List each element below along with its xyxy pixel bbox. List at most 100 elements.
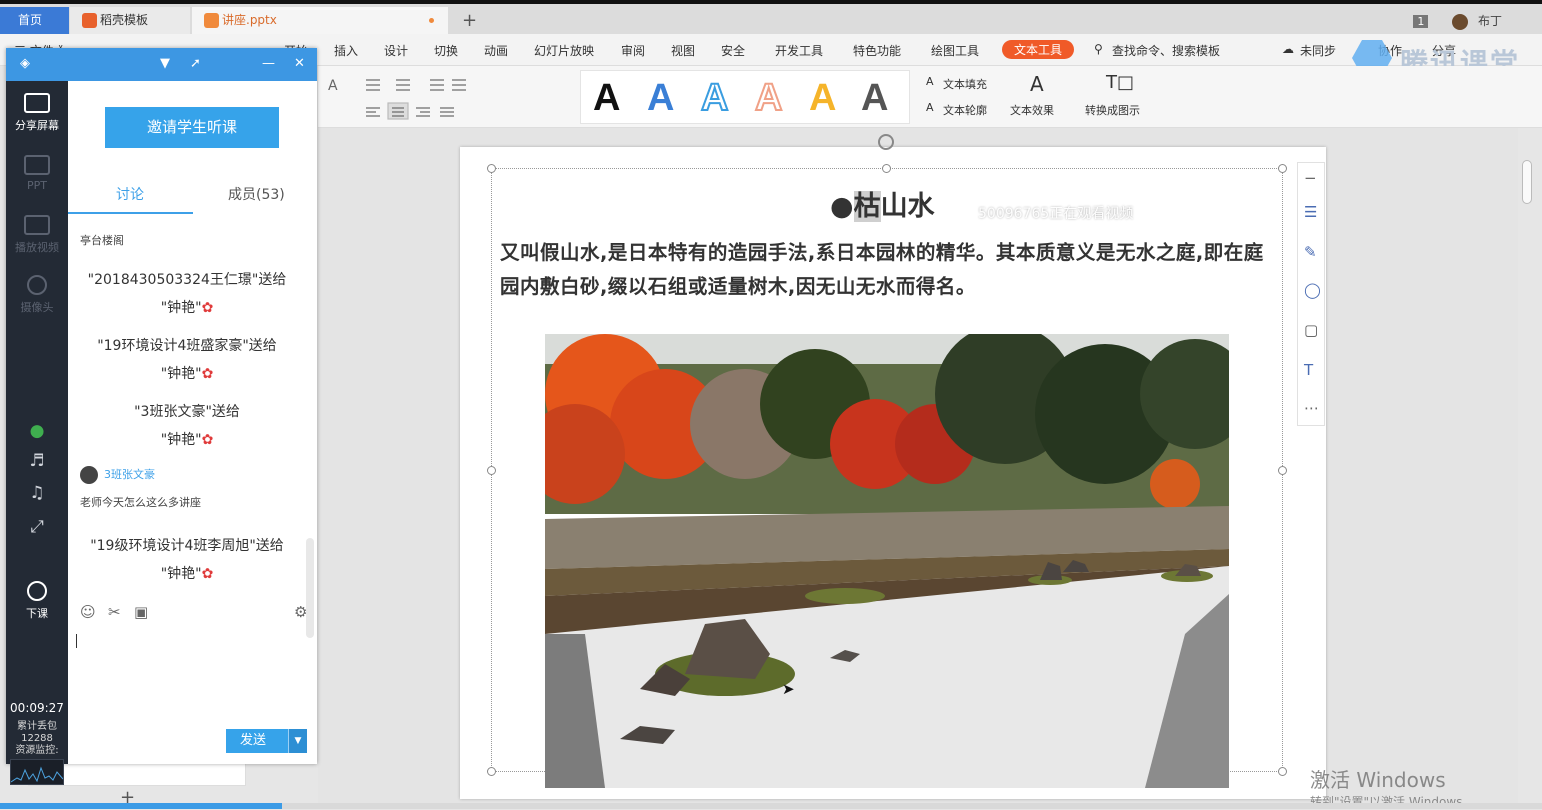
chat-toolbar: ☺ ✂ ▣ ⚙ bbox=[68, 603, 317, 627]
rose-icon: ✿ bbox=[201, 566, 214, 582]
menu-text-tools[interactable]: 文本工具 bbox=[1002, 40, 1075, 59]
convert-diagram-icon[interactable]: T□ bbox=[1106, 72, 1134, 93]
gift-message-line: "钟艳"✿ bbox=[68, 360, 306, 389]
slide-title[interactable]: ●枯山水 bbox=[830, 184, 935, 223]
sync-status[interactable]: 未同步 bbox=[1300, 42, 1336, 59]
resize-handle[interactable] bbox=[1278, 164, 1287, 173]
fullscreen-icon[interactable]: ⤢ bbox=[6, 517, 68, 537]
packet-loss-label: 累计丢包 bbox=[17, 721, 57, 732]
send-button[interactable]: 发送 bbox=[226, 729, 288, 753]
rotate-handle-icon[interactable] bbox=[878, 134, 894, 150]
nav-video-label: 播放视频 bbox=[15, 241, 59, 254]
wordart-style-black[interactable]: A bbox=[593, 77, 620, 120]
cloud-sync-icon[interactable]: ☁ bbox=[1282, 42, 1294, 56]
menu-slideshow[interactable]: 幻灯片放映 bbox=[534, 42, 594, 59]
slide-body-text[interactable]: 又叫假山水,是日本特有的造园手法,系日本园林的精华。其本质意义是无水之庭,即在庭… bbox=[500, 236, 1275, 304]
nav-share-screen[interactable]: 分享屏幕 bbox=[6, 93, 68, 133]
menu-transition[interactable]: 切换 bbox=[434, 42, 458, 59]
tab-home-label: 首页 bbox=[18, 13, 43, 27]
bottom-progress bbox=[0, 803, 1542, 809]
menu-view[interactable]: 视图 bbox=[671, 42, 695, 59]
tab-bar: 首页 稻壳模板 讲座.pptx + 1 布丁 bbox=[0, 0, 1542, 34]
nav-camera[interactable]: 摄像头 bbox=[6, 275, 68, 315]
menu-drawing-tools[interactable]: 绘图工具 bbox=[931, 42, 979, 59]
user-area[interactable]: 1 布丁 bbox=[1413, 12, 1502, 30]
tab-discussion[interactable]: 讨论 bbox=[116, 184, 144, 204]
border-icon[interactable]: ▢ bbox=[1304, 321, 1318, 339]
text-outline-button[interactable]: 文本轮廓 bbox=[943, 102, 987, 118]
menu-features[interactable]: 特色功能 bbox=[853, 42, 901, 59]
zen-garden-photo[interactable] bbox=[545, 334, 1229, 788]
tab-template-label: 稻壳模板 bbox=[100, 13, 149, 27]
pen-icon[interactable]: ✎ bbox=[1304, 243, 1317, 261]
send-options-icon[interactable]: ▼ bbox=[288, 729, 307, 753]
pptx-icon bbox=[204, 13, 219, 28]
search-icon[interactable]: ⚲ bbox=[1094, 42, 1103, 56]
menu-design[interactable]: 设计 bbox=[384, 42, 408, 59]
layers-icon[interactable]: ☰ bbox=[1304, 203, 1317, 221]
wordart-style-blue[interactable]: A bbox=[647, 77, 674, 120]
title-highlighted-char: 枯 bbox=[853, 191, 881, 222]
user-name: 布丁 bbox=[1477, 14, 1502, 28]
tab-members[interactable]: 成员(53) bbox=[228, 184, 285, 204]
settings-icon[interactable]: ⚙ bbox=[294, 603, 307, 621]
wordart-style-gold[interactable]: A bbox=[809, 77, 836, 120]
nav-ppt[interactable]: PPT bbox=[6, 155, 68, 192]
chat-sender: 3班张文豪 bbox=[80, 466, 155, 484]
class-timer: 00:09:27 bbox=[10, 701, 64, 715]
speaker-icon[interactable]: ♬ bbox=[6, 451, 68, 471]
resize-handle[interactable] bbox=[882, 164, 891, 173]
menu-review[interactable]: 审阅 bbox=[621, 42, 645, 59]
resize-handle[interactable] bbox=[1278, 767, 1287, 776]
microphone-icon[interactable]: ● bbox=[6, 421, 68, 441]
menu-insert[interactable]: 插入 bbox=[334, 42, 358, 59]
paragraph-tools-icon[interactable]: A bbox=[326, 74, 566, 120]
wordart-style-peach-outline[interactable]: A bbox=[754, 76, 783, 120]
wordart-gallery[interactable]: A A A A A A bbox=[580, 70, 910, 124]
command-search[interactable]: 查找命令、搜索模板 bbox=[1112, 42, 1220, 59]
resize-handle[interactable] bbox=[487, 767, 496, 776]
scissors-icon[interactable]: ✂ bbox=[108, 603, 121, 621]
chat-input[interactable] bbox=[68, 628, 317, 728]
resize-handle[interactable] bbox=[1278, 466, 1287, 475]
text-fill-button[interactable]: 文本填充 bbox=[943, 76, 987, 92]
menu-animation[interactable]: 动画 bbox=[484, 42, 508, 59]
music-icon[interactable]: ♫ bbox=[6, 483, 68, 503]
pin-icon[interactable]: ➚ bbox=[190, 56, 201, 71]
menu-security[interactable]: 安全 bbox=[721, 42, 745, 59]
text-outline-icon[interactable]: A bbox=[926, 101, 934, 114]
add-slide-button[interactable]: + bbox=[120, 787, 135, 808]
network-stats: 累计丢包 12288 资源监控: bbox=[6, 721, 68, 757]
tab-document[interactable]: 讲座.pptx bbox=[192, 7, 448, 34]
tab-template[interactable]: 稻壳模板 bbox=[70, 7, 190, 34]
text-fill-icon[interactable]: A bbox=[926, 75, 934, 88]
new-tab-button[interactable]: + bbox=[462, 7, 477, 34]
viewer-watermark: 50096765正在观看视频 bbox=[978, 206, 1134, 222]
minimize-icon[interactable]: — bbox=[262, 56, 275, 71]
nav-ppt-label: PPT bbox=[27, 179, 47, 192]
app-logo-icon: ◈ bbox=[20, 56, 30, 71]
nav-play-video[interactable]: 播放视频 bbox=[6, 215, 68, 255]
wordart-style-blue-outline[interactable]: A bbox=[700, 76, 729, 120]
resize-handle[interactable] bbox=[487, 164, 496, 173]
dropdown-icon[interactable]: ▼ bbox=[160, 56, 170, 71]
resize-handle[interactable] bbox=[487, 466, 496, 475]
more-icon[interactable]: ⋯ bbox=[1304, 399, 1319, 417]
text-box-icon[interactable]: T bbox=[1304, 361, 1313, 379]
emoji-icon[interactable]: ☺ bbox=[80, 603, 96, 621]
scrollbar[interactable] bbox=[1522, 160, 1532, 204]
wordart-style-gray[interactable]: A bbox=[861, 77, 888, 120]
end-class-button[interactable]: 下课 bbox=[6, 581, 68, 621]
image-icon[interactable]: ▣ bbox=[134, 603, 148, 621]
menu-devtools[interactable]: 开发工具 bbox=[775, 42, 823, 59]
text-effect-icon[interactable]: A bbox=[1030, 72, 1044, 96]
daoke-icon bbox=[82, 13, 97, 28]
packet-loss-value: 12288 bbox=[21, 733, 53, 744]
close-icon[interactable]: ✕ bbox=[294, 56, 305, 71]
convert-diagram-button[interactable]: 转换成图示 bbox=[1085, 102, 1140, 118]
tab-home[interactable]: 首页 bbox=[0, 7, 69, 34]
collapse-icon[interactable]: − bbox=[1304, 169, 1317, 187]
invite-students-button[interactable]: 邀请学生听课 bbox=[105, 107, 279, 148]
text-effect-button[interactable]: 文本效果 bbox=[1010, 102, 1054, 118]
fill-bucket-icon[interactable]: ◯ bbox=[1304, 281, 1321, 299]
